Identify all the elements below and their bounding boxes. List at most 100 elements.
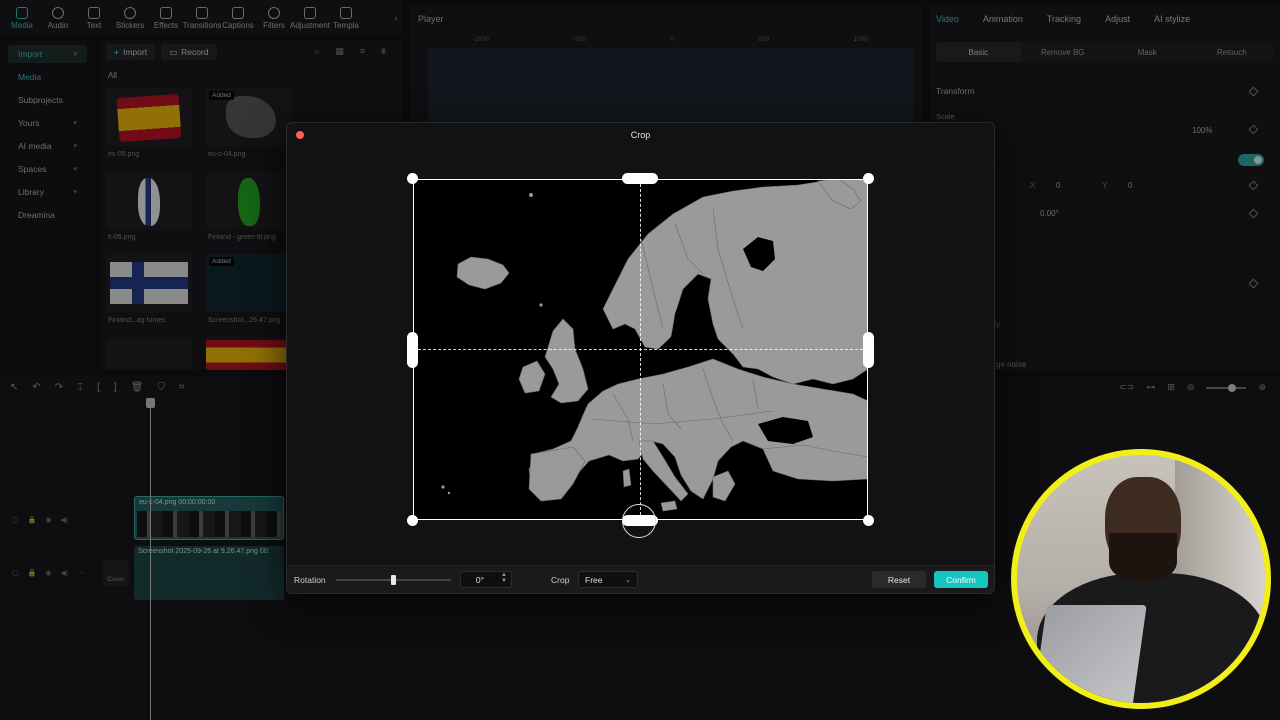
tool-tab-audio[interactable]: Audio [40, 0, 76, 36]
link-icon[interactable]: ⊶ [1146, 382, 1155, 393]
subtab-remove-bg[interactable]: Remove BG [1021, 42, 1106, 62]
marker-icon[interactable]: ⛉ [157, 382, 165, 393]
timeline-clip-eu[interactable]: eu-c-04.png 00:00:00:00 [134, 496, 284, 540]
nav-item-ai-media[interactable]: AI media ▾ [8, 137, 87, 155]
nav-item-yours[interactable]: Yours ▾ [8, 114, 87, 132]
chevron-right-icon[interactable]: › [390, 0, 402, 36]
crop-ratio-select[interactable]: Free ⌄ [578, 571, 638, 588]
tool-tab-effects[interactable]: Effects [148, 0, 184, 36]
more-icon[interactable]: ⋯ [77, 516, 84, 524]
split-icon[interactable]: ⌶ [77, 382, 83, 393]
rotation-slider[interactable] [336, 575, 451, 585]
tool-tab-transitions[interactable]: Transitions [183, 0, 221, 36]
audio-icon[interactable]: ◀) [60, 516, 68, 524]
trim-left-icon[interactable]: [ [97, 382, 100, 393]
media-thumb-screenshot[interactable]: Added [206, 254, 292, 312]
tool-tab-adjustment[interactable]: Adjustment [290, 0, 330, 36]
crop-handle-left[interactable] [407, 332, 418, 368]
rotate-value[interactable]: 0.00° [1040, 209, 1059, 218]
laptop-image [1031, 605, 1147, 703]
preview-axis-icon[interactable]: ⊞ [1167, 382, 1175, 393]
cover-button[interactable]: Cover [103, 560, 129, 586]
sort-icon[interactable]: ≡ [360, 46, 365, 57]
undo-icon[interactable]: ↶ [32, 382, 40, 393]
crop-icon[interactable]: ⌗ [179, 382, 185, 393]
uniform-scale-toggle[interactable] [1238, 154, 1264, 166]
more-icon[interactable]: ⋯ [77, 569, 84, 577]
media-thumb-fi-flag[interactable] [106, 254, 192, 312]
delete-icon[interactable]: 🗑 [131, 382, 144, 393]
tab-animation[interactable]: Animation [983, 14, 1023, 24]
crop-handle-bottom-right[interactable] [863, 515, 874, 526]
timeline-clip-screenshot[interactable]: Screenshot 2025-09-26 at 9.26.47.png 00: [134, 546, 284, 600]
media-thumb-fi[interactable] [106, 172, 192, 230]
media-thumb-es[interactable] [106, 88, 192, 146]
scale-value[interactable]: 100% [1192, 126, 1212, 135]
import-button[interactable]: + Import [106, 44, 156, 60]
tool-tab-captions[interactable]: Captions [220, 0, 256, 36]
tab-tracking[interactable]: Tracking [1047, 14, 1081, 24]
confirm-button[interactable]: Confirm [934, 571, 988, 588]
zoom-in-icon[interactable]: ⊕ [1258, 382, 1266, 393]
keyframe-icon[interactable] [1248, 278, 1259, 289]
keyframe-icon[interactable] [1248, 124, 1259, 135]
nav-item-spaces[interactable]: Spaces ▾ [8, 160, 87, 178]
record-button[interactable]: ▭ Record [161, 44, 217, 60]
pos-y-value[interactable]: 0 [1128, 181, 1132, 190]
trim-right-icon[interactable]: ] [114, 382, 117, 393]
nav-item-subprojects[interactable]: Subprojects [8, 91, 87, 109]
nav-item-library[interactable]: Library ▾ [8, 183, 87, 201]
media-thumb-eu[interactable]: Added [206, 88, 292, 146]
tab-video[interactable]: Video [936, 14, 959, 24]
tool-tab-text[interactable]: Text [76, 0, 112, 36]
keyframe-icon[interactable] [1248, 208, 1259, 219]
lock-icon[interactable]: 🔒 [28, 569, 37, 577]
keyframe-icon[interactable] [1248, 180, 1259, 191]
crop-handle-right[interactable] [863, 332, 874, 368]
grid-view-icon[interactable]: ▦ [335, 46, 344, 57]
crop-stage[interactable] [407, 173, 874, 538]
keyframe-icon[interactable] [1248, 86, 1259, 97]
tab-ai-stylize[interactable]: AI stylize [1154, 14, 1190, 24]
media-thumb-fi-green[interactable] [206, 172, 292, 230]
nav-item-media[interactable]: Media [8, 68, 87, 86]
zoom-out-icon[interactable]: ⊖ [1187, 382, 1195, 393]
media-view-tools: ⌕ ▦ ≡ ⩩ [314, 46, 386, 57]
subtab-basic[interactable]: Basic [936, 42, 1021, 62]
rotation-stepper-icon[interactable]: ▲ ▼ [501, 572, 507, 584]
audio-icon[interactable]: ◀) [60, 569, 68, 577]
nav-item-dreamina[interactable]: Dreamina [8, 206, 87, 224]
subtab-retouch[interactable]: Retouch [1190, 42, 1275, 62]
map-region-sicily [660, 500, 678, 512]
track-icon[interactable]: ▢ [12, 516, 19, 524]
playhead[interactable] [146, 398, 155, 720]
redo-icon[interactable]: ↷ [55, 382, 63, 393]
filter-icon[interactable]: ⩩ [381, 46, 386, 57]
eye-icon[interactable]: ◉ [45, 516, 51, 524]
nav-item-import[interactable]: Import ▾ [8, 45, 87, 63]
tool-tab-stickers[interactable]: Stickers [112, 0, 148, 36]
zoom-slider[interactable] [1206, 383, 1247, 392]
crop-handle-top-right[interactable] [863, 173, 874, 184]
media-thumb-empty[interactable] [106, 338, 192, 370]
eye-icon[interactable]: ◉ [45, 569, 51, 577]
media-thumb-es-flag[interactable] [206, 338, 292, 370]
tool-tab-media[interactable]: Media [4, 0, 40, 36]
tab-adjust[interactable]: Adjust [1105, 14, 1130, 24]
crop-handle-top[interactable] [622, 173, 658, 184]
crop-dialog-header: Crop [287, 123, 994, 147]
lock-icon[interactable]: 🔒 [28, 516, 37, 524]
search-icon[interactable]: ⌕ [314, 46, 319, 57]
chevron-down-icon: ▾ [73, 51, 77, 58]
track-icon[interactable]: ▢ [12, 569, 19, 577]
pos-x-value[interactable]: 0 [1056, 181, 1060, 190]
magnet-icon[interactable]: ⊂⊃ [1119, 382, 1134, 393]
tool-tab-templates[interactable]: Templa [328, 0, 364, 36]
crop-handle-bottom-left[interactable] [407, 515, 418, 526]
select-tool-icon[interactable]: ↖ [10, 382, 18, 393]
reset-button[interactable]: Reset [872, 571, 926, 588]
rotation-slider-knob[interactable] [391, 575, 396, 585]
subtab-mask[interactable]: Mask [1105, 42, 1190, 62]
crop-handle-top-left[interactable] [407, 173, 418, 184]
tool-tab-filters[interactable]: Filters [256, 0, 292, 36]
